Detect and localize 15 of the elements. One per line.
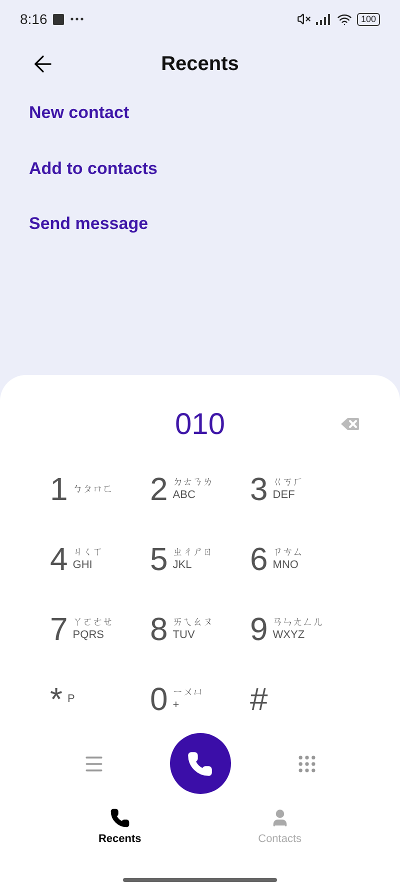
action-link[interactable]: Add to contacts: [29, 156, 158, 181]
signal-icon: [316, 13, 332, 25]
dialed-number: 010: [174, 406, 226, 442]
battery-indicator: 100: [356, 12, 380, 26]
action-link[interactable]: Send message: [29, 211, 148, 236]
page-title: Recents: [161, 52, 239, 77]
status-time: 8:16: [20, 10, 48, 28]
more-icon: [70, 17, 84, 21]
dial-key[interactable]: #: [250, 675, 350, 723]
nav-tab[interactable]: Recents: [98, 808, 142, 848]
action-link[interactable]: New contact: [29, 100, 130, 126]
phone-icon[interactable]: [110, 808, 130, 828]
notification-icon: [53, 14, 64, 24]
wifi-icon: [336, 12, 352, 26]
mute-icon: [296, 12, 311, 26]
